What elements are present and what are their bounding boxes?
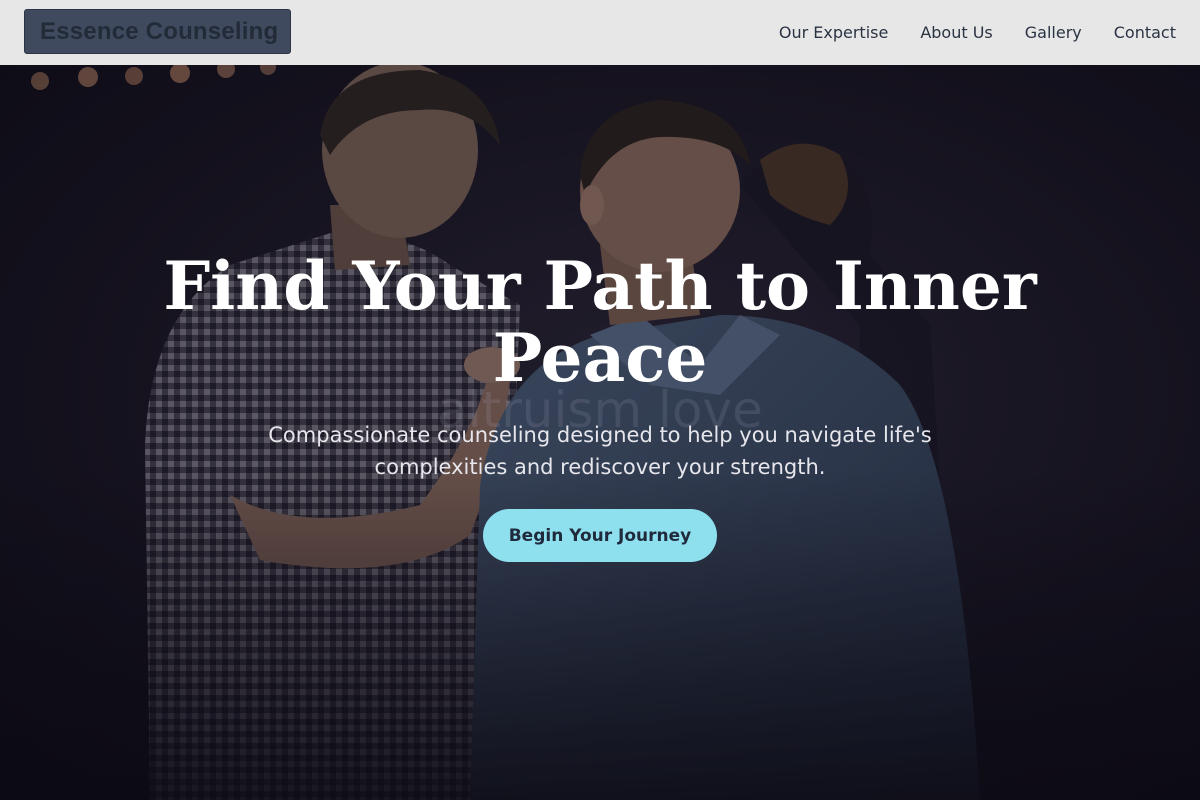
page: Essence Counseling Our Expertise About U… xyxy=(0,0,1200,800)
nav-link-our-expertise[interactable]: Our Expertise xyxy=(779,23,888,42)
nav-link-contact[interactable]: Contact xyxy=(1114,23,1176,42)
hero-subtitle-line-2: complexities and rediscover your strengt… xyxy=(374,455,826,479)
brand-logo[interactable]: Essence Counseling xyxy=(24,9,291,54)
nav-link-about-us[interactable]: About Us xyxy=(920,23,992,42)
hero-subtitle: Compassionate counseling designed to hel… xyxy=(220,419,980,483)
begin-journey-button[interactable]: Begin Your Journey xyxy=(483,509,717,562)
main-nav: Our Expertise About Us Gallery Contact xyxy=(779,0,1176,65)
nav-link-gallery[interactable]: Gallery xyxy=(1025,23,1082,42)
hero-title-line-1: Find Your Path to Inner xyxy=(163,247,1037,325)
hero-subtitle-line-1: Compassionate counseling designed to hel… xyxy=(268,423,932,447)
hero-title: Find Your Path to Inner Peace xyxy=(100,250,1100,394)
hero-section: Find Your Path to Inner Peace altruism l… xyxy=(0,65,1200,800)
site-header: Essence Counseling Our Expertise About U… xyxy=(0,0,1200,65)
